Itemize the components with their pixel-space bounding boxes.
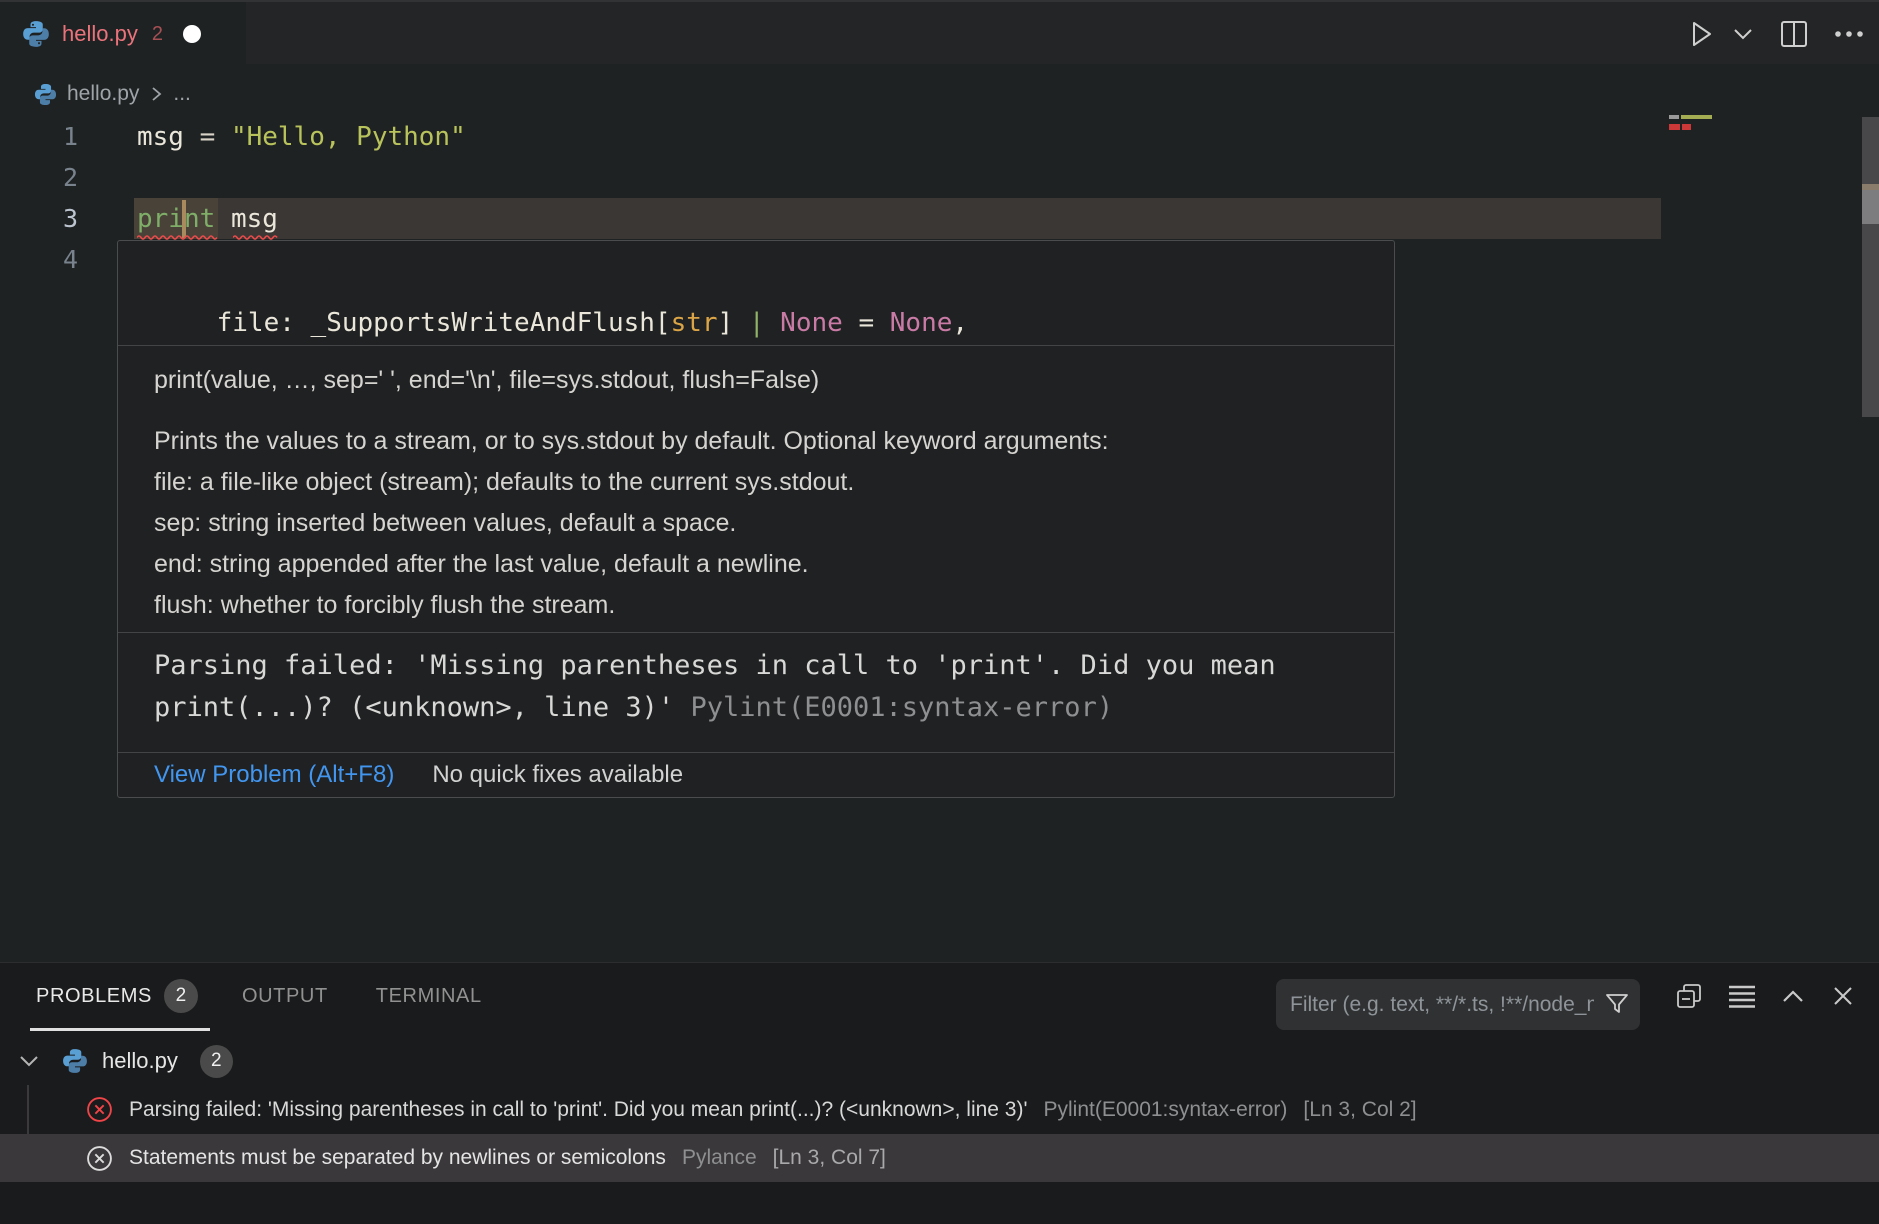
code-line-2[interactable]: 2	[0, 157, 1879, 198]
problem-source: Pylance	[682, 1146, 757, 1170]
problems-count-badge: 2	[164, 979, 198, 1013]
run-button[interactable]	[1687, 19, 1715, 49]
tab-problem-count: 2	[152, 23, 163, 46]
tab-filename: hello.py	[62, 21, 138, 47]
code-line-3[interactable]: 3 print msg	[0, 198, 1879, 239]
tab-problems[interactable]: PROBLEMS	[36, 985, 152, 1008]
no-quick-fixes-label: No quick fixes available	[432, 761, 683, 789]
line-number: 4	[0, 245, 78, 274]
modified-dot-icon[interactable]	[183, 25, 201, 43]
error-squiggle-print	[137, 233, 217, 240]
editor-scrollbar[interactable]	[1862, 117, 1879, 417]
more-actions-button[interactable]	[1833, 29, 1865, 39]
view-problem-link[interactable]: View Problem (Alt+F8)	[154, 761, 394, 789]
view-mode-button[interactable]	[1729, 984, 1755, 1008]
line-number: 1	[0, 122, 78, 151]
hover-diagnostic: Parsing failed: 'Missing parentheses in …	[118, 633, 1394, 752]
chevron-down-icon[interactable]	[18, 1054, 40, 1068]
docs-line: end: string appended after the last valu…	[154, 544, 1358, 585]
active-tab-underline	[30, 1028, 210, 1031]
minimap-error-print	[1669, 124, 1680, 130]
problem-row-1[interactable]: Parsing failed: 'Missing parentheses in …	[0, 1085, 1879, 1134]
tab-hello-py[interactable]: hello.py 2	[0, 2, 246, 66]
docs-line: file: a file-like object (stream); defau…	[154, 462, 1358, 503]
hover-signature: file: _SupportsWriteAndFlush[str] | None…	[118, 241, 1394, 345]
bottom-panel: PROBLEMS 2 OUTPUT TERMINAL	[0, 962, 1879, 1224]
filter-input[interactable]	[1276, 979, 1594, 1030]
error-icon	[86, 1145, 113, 1172]
breadcrumb: hello.py ...	[34, 76, 191, 112]
problem-row-2-selected[interactable]: Statements must be separated by newlines…	[0, 1134, 1879, 1182]
problem-position: [Ln 3, Col 2]	[1303, 1098, 1416, 1122]
run-dropdown-chevron-icon[interactable]	[1733, 27, 1753, 41]
code-line-1[interactable]: 1 msg = "Hello, Python"	[0, 116, 1879, 157]
problems-file-row[interactable]: hello.py 2	[0, 1037, 1879, 1085]
line-number: 2	[0, 163, 78, 192]
tab-output[interactable]: OUTPUT	[242, 985, 328, 1008]
minimap-line1-code	[1669, 115, 1679, 119]
error-squiggle-msg	[233, 233, 281, 240]
docs-line: sep: string inserted between values, def…	[154, 503, 1358, 544]
close-panel-button[interactable]	[1831, 984, 1855, 1008]
file-problems-badge: 2	[200, 1045, 233, 1078]
editor-tab-bar: hello.py 2	[0, 0, 1879, 64]
collapse-all-button[interactable]	[1675, 982, 1703, 1010]
python-icon	[62, 1048, 88, 1074]
hover-tooltip: file: _SupportsWriteAndFlush[str] | None…	[117, 240, 1395, 798]
maximize-panel-button[interactable]	[1781, 988, 1805, 1004]
python-icon	[34, 83, 57, 106]
chevron-right-icon	[149, 85, 163, 103]
minimap-line1-string	[1681, 115, 1712, 119]
docs-line: flush: whether to forcibly flush the str…	[154, 585, 1358, 626]
breadcrumb-file[interactable]: hello.py	[67, 82, 139, 106]
breadcrumb-tail[interactable]: ...	[173, 82, 191, 106]
problem-position: [Ln 3, Col 7]	[773, 1146, 886, 1170]
diagnostic-source: Pylint(E0001:syntax-error)	[690, 692, 1113, 723]
hover-actions: View Problem (Alt+F8) No quick fixes ava…	[118, 753, 1394, 797]
problems-filter	[1276, 979, 1640, 1030]
split-editor-button[interactable]	[1779, 19, 1809, 49]
line-number-active: 3	[0, 204, 78, 233]
error-icon	[86, 1096, 113, 1123]
problem-message: Parsing failed: 'Missing parentheses in …	[129, 1098, 1027, 1122]
problem-message: Statements must be separated by newlines…	[129, 1146, 666, 1170]
python-icon	[22, 20, 50, 48]
signature-line-clipped: file: _SupportsWriteAndFlush[str] | None…	[154, 303, 1394, 344]
docs-line: Prints the values to a stream, or to sys…	[154, 421, 1358, 462]
tab-terminal[interactable]: TERMINAL	[376, 985, 482, 1008]
minimap-error-msg	[1682, 124, 1691, 130]
scrollbar-thumb[interactable]	[1862, 190, 1879, 224]
problems-file-name: hello.py	[102, 1048, 178, 1074]
problem-source: Pylint(E0001:syntax-error)	[1043, 1098, 1287, 1122]
print-summary: print(value, …, sep=' ', end='\n', file=…	[154, 360, 1358, 401]
filter-funnel-icon	[1604, 991, 1630, 1017]
hover-docs: print(value, …, sep=' ', end='\n', file=…	[118, 346, 1394, 632]
